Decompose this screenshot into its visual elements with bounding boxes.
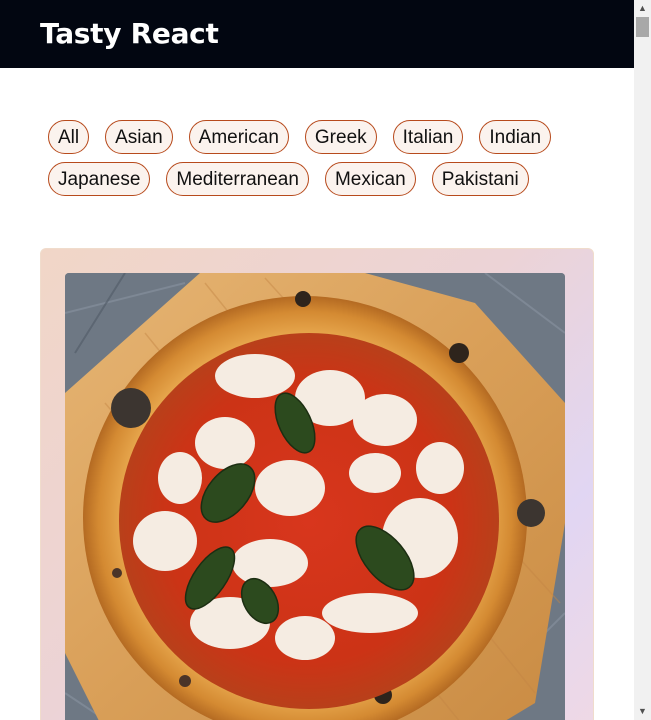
scrollbar-thumb[interactable]	[636, 17, 649, 37]
pizza-photo-icon	[65, 273, 565, 720]
filter-chip-asian[interactable]: Asian	[105, 120, 173, 154]
filter-chip-mediterranean[interactable]: Mediterranean	[166, 162, 309, 196]
filter-chip-all[interactable]: All	[48, 120, 90, 154]
filter-row-2: Japanese Mediterranean Mexican Pakistani	[48, 162, 608, 196]
scroll-down-arrow-icon[interactable]: ▼	[634, 703, 651, 720]
vertical-scrollbar[interactable]: ▲ ▼	[634, 0, 651, 720]
filter-chip-indian[interactable]: Indian	[479, 120, 552, 154]
filter-chip-italian[interactable]: Italian	[392, 120, 464, 154]
filter-chip-american[interactable]: American	[188, 120, 289, 154]
filter-chip-pakistani[interactable]: Pakistani	[431, 162, 529, 196]
filter-chip-japanese[interactable]: Japanese	[48, 162, 151, 196]
page-viewport: Tasty React All Asian American Greek Ita…	[0, 0, 634, 720]
scroll-up-arrow-icon[interactable]: ▲	[634, 0, 651, 17]
brand-title[interactable]: Tasty React	[40, 14, 219, 54]
cuisine-filter-bar: All Asian American Greek Italian Indian …	[48, 120, 608, 204]
recipe-card[interactable]	[40, 248, 594, 720]
filter-row-1: All Asian American Greek Italian Indian	[48, 120, 608, 154]
filter-chip-mexican[interactable]: Mexican	[324, 162, 416, 196]
app-header: Tasty React	[0, 0, 634, 68]
recipe-image[interactable]	[65, 273, 565, 720]
filter-chip-greek[interactable]: Greek	[304, 120, 377, 154]
